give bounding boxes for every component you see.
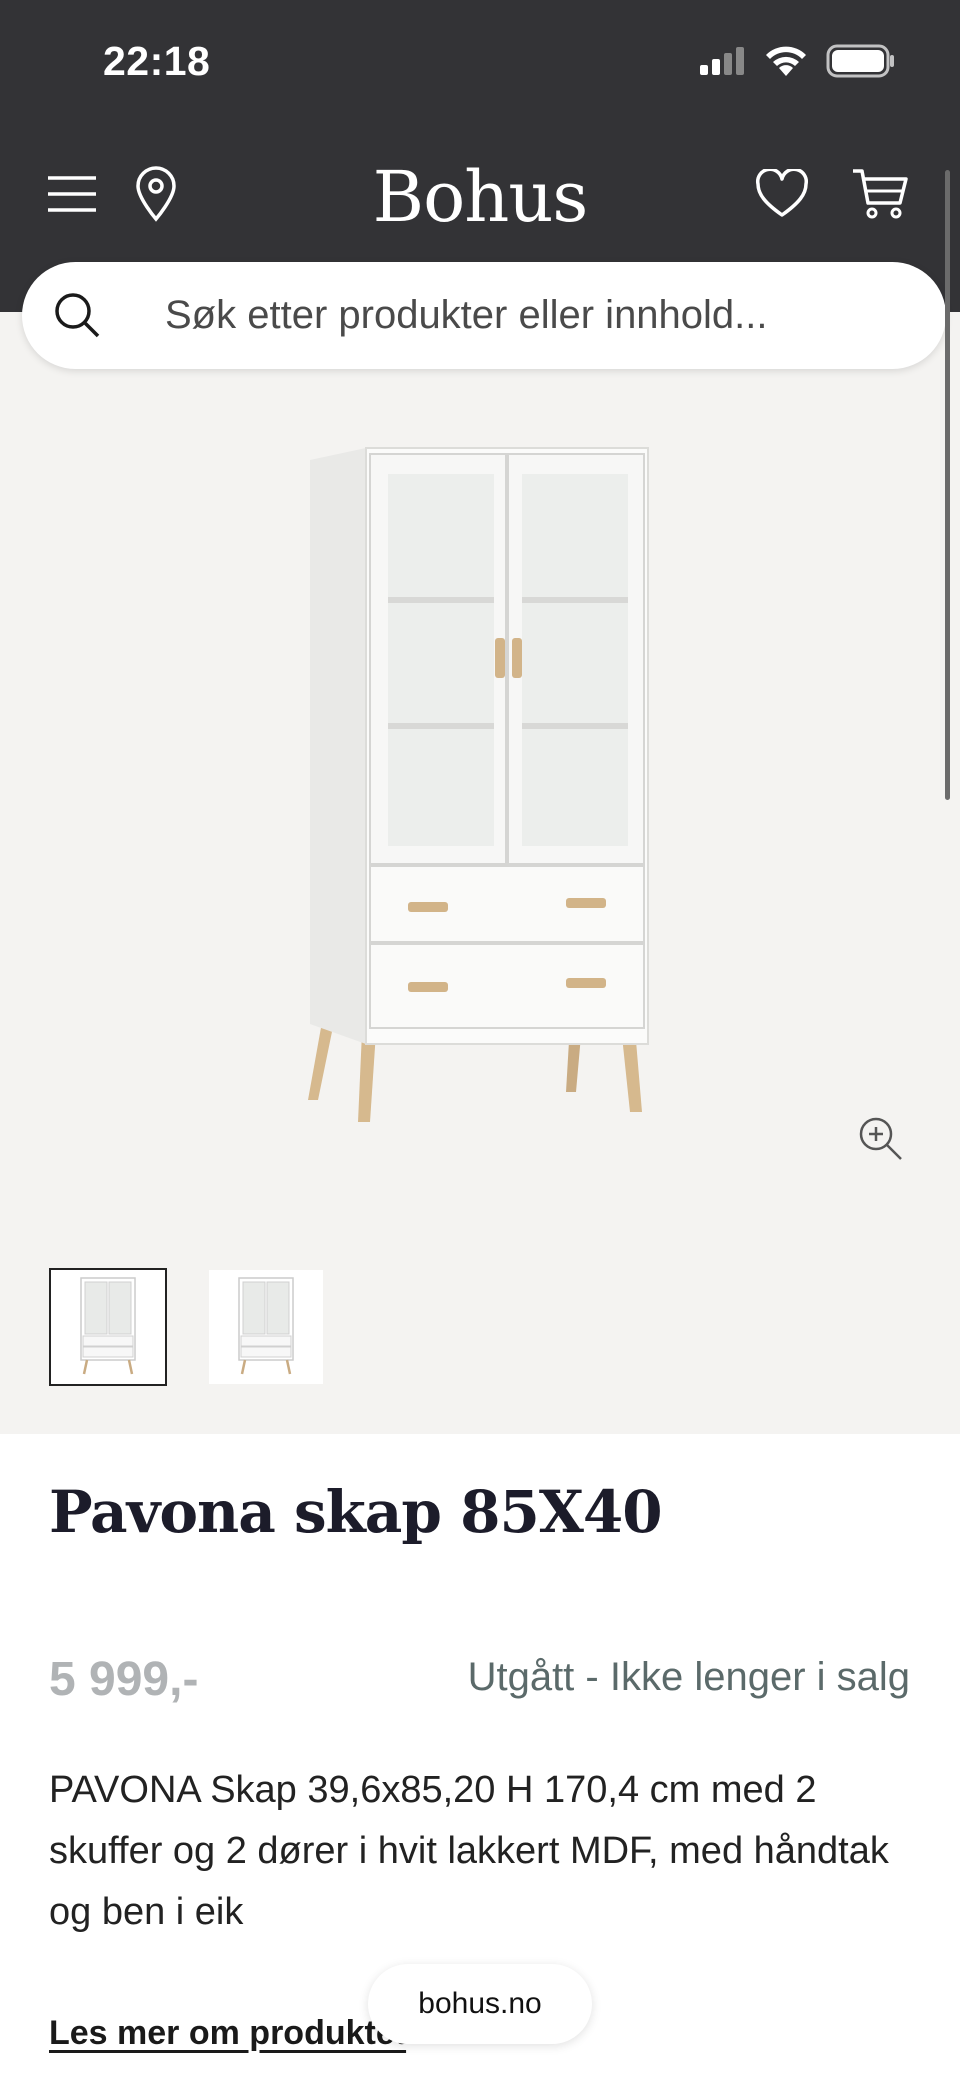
battery-icon — [826, 44, 894, 78]
status-icons — [698, 44, 896, 78]
status-time: 22:18 — [103, 38, 211, 84]
product-description: PAVONA Skap 39,6x85,20 H 170,4 cm med 2 … — [49, 1769, 889, 1933]
signal-icon — [700, 47, 744, 75]
zoom-in-icon — [859, 1117, 902, 1160]
cart-button[interactable] — [848, 162, 912, 226]
page-scrollbar[interactable] — [945, 170, 950, 800]
wifi-icon — [766, 46, 806, 76]
browser-url-pill[interactable]: bohus.no — [368, 1964, 592, 2044]
search-input[interactable] — [165, 280, 905, 350]
product-image[interactable] — [290, 432, 670, 1172]
thumbnail-image — [238, 1277, 294, 1375]
heart-icon — [756, 169, 808, 217]
zoom-button[interactable] — [856, 1114, 904, 1162]
product-gallery — [0, 312, 960, 1434]
availability-status: Utgått - Ikke lenger i salg — [467, 1655, 910, 1699]
thumbnail-2[interactable] — [209, 1270, 323, 1384]
read-more-link[interactable]: Les mer om produktet — [49, 2014, 406, 2053]
wishlist-button[interactable] — [750, 162, 814, 226]
main-nav: Bohus — [0, 150, 960, 240]
thumbnail-image — [80, 1277, 136, 1375]
thumbnail-1[interactable] — [49, 1268, 167, 1386]
search-icon — [55, 293, 100, 338]
product-price: 5 999,- — [49, 1653, 199, 1706]
product-title: Pavona skap 85X40 — [49, 1478, 663, 1546]
status-bar: 22:18 — [0, 0, 960, 130]
brand-logo[interactable]: Bohus — [0, 156, 960, 238]
cart-icon — [853, 169, 908, 219]
search-bar[interactable] — [22, 262, 946, 369]
